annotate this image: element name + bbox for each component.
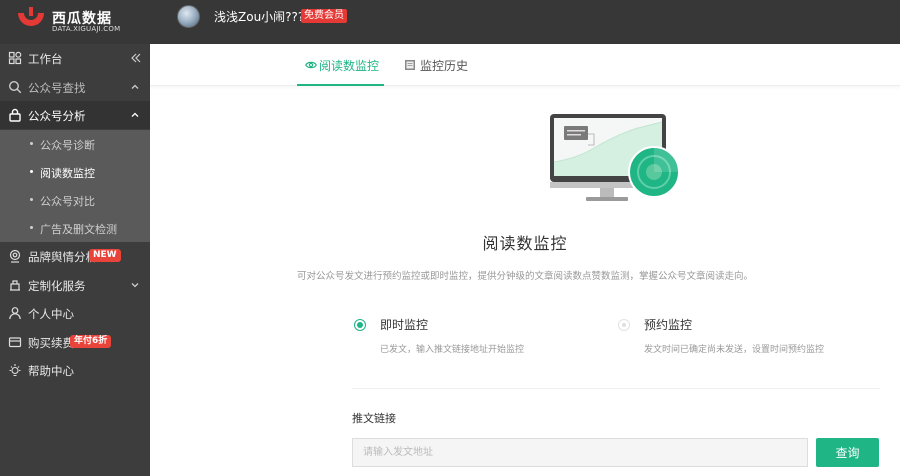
sidebar-item-custom-service[interactable]: 定制化服务	[0, 271, 150, 299]
sidebar-subitem-label: 广告及删文检测	[40, 223, 117, 236]
sidebar-item-account-analysis[interactable]: 公众号分析	[0, 101, 150, 129]
sidebar-item-help[interactable]: 帮助中心	[0, 356, 150, 384]
card-icon	[8, 337, 22, 348]
user-icon	[9, 307, 21, 320]
option-title: 即时监控	[380, 318, 429, 332]
user-name[interactable]: 浅浅Zou小闹????	[214, 8, 311, 25]
collapse-sidebar-icon[interactable]	[131, 53, 141, 63]
brand-domain: DATA.XIGUAJI.COM	[52, 25, 121, 33]
bullet-icon	[30, 198, 33, 201]
sidebar-subitem-read-monitor[interactable]: 阅读数监控	[0, 158, 150, 186]
sidebar-item-label: 个人中心	[28, 307, 74, 321]
monitor-illustration	[550, 114, 680, 201]
sidebar-item-workbench[interactable]: 工作台	[0, 44, 150, 72]
sidebar: 工作台 公众号查找 公众号分析 公众号诊断 阅读数监控 公众号对比 广告及删文检…	[0, 44, 150, 476]
option-title: 预约监控	[644, 318, 693, 332]
sidebar-item-label: 定制化服务	[28, 279, 86, 293]
submenu-account-analysis: 公众号诊断 阅读数监控 公众号对比 广告及删文检测	[0, 130, 150, 242]
avatar[interactable]	[177, 5, 200, 28]
sidebar-item-label: 公众号查找	[28, 81, 86, 95]
option-scheduled-monitor[interactable]: 预约监控 发文时间已确定尚未发送，设置时间预约监控	[618, 316, 878, 360]
query-button[interactable]: 查询	[816, 438, 879, 467]
sidebar-subitem-label: 公众号诊断	[40, 139, 95, 152]
watermelon-logo-icon	[18, 7, 44, 26]
top-bar: 西瓜数据 DATA.XIGUAJI.COM 浅浅Zou小闹???? 免费会员	[0, 0, 900, 44]
eye-icon	[305, 61, 317, 69]
sidebar-subitem-label: 阅读数监控	[40, 167, 95, 180]
sidebar-item-user-center[interactable]: 个人中心	[0, 299, 150, 327]
sidebar-subitem-ad-detection[interactable]: 广告及删文检测	[0, 214, 150, 242]
chevron-up-icon	[131, 112, 139, 117]
document-icon	[405, 60, 415, 70]
radio-scheduled-monitor[interactable]	[618, 319, 630, 331]
option-description: 已发文，输入推文链接地址开始监控	[380, 345, 525, 355]
search-icon	[8, 80, 22, 94]
page-description: 可对公众号发文进行预约监控或即时监控，提供分钟级的文章阅读数点赞数监测，掌握公众…	[296, 271, 753, 282]
sidebar-subitem-label: 公众号对比	[40, 195, 95, 208]
lock-icon	[9, 108, 21, 122]
radio-instant-monitor[interactable]	[354, 319, 366, 331]
sidebar-item-label: 公众号分析	[28, 109, 86, 123]
tab-label: 监控历史	[420, 59, 469, 73]
sidebar-item-purchase[interactable]: 购买续费 年付6折	[0, 328, 150, 356]
new-badge: NEW	[89, 249, 121, 262]
divider	[352, 388, 880, 389]
option-instant-monitor[interactable]: 即时监控 已发文，输入推文链接地址开始监控	[354, 316, 614, 360]
page-title: 阅读数监控	[482, 234, 568, 253]
sidebar-item-brand-sentiment[interactable]: 品牌舆情分析 NEW	[0, 242, 150, 270]
target-icon	[9, 249, 21, 263]
main-content: 阅读数监控 监控历史 阅读数监控 可对公众号发文进行预约监控或即时监控，提供分钟…	[150, 44, 900, 476]
bullet-icon	[30, 170, 33, 173]
article-link-label: 推文链接	[352, 412, 396, 425]
sidebar-subitem-diagnosis[interactable]: 公众号诊断	[0, 130, 150, 158]
membership-badge[interactable]: 免费会员	[301, 9, 347, 23]
service-icon	[10, 280, 20, 291]
chevron-up-icon	[131, 84, 139, 89]
sidebar-item-account-search[interactable]: 公众号查找	[0, 73, 150, 101]
tab-read-monitor[interactable]: 阅读数监控	[297, 44, 384, 86]
brand-logo[interactable]: 西瓜数据 DATA.XIGUAJI.COM	[16, 6, 146, 38]
tab-bar: 阅读数监控 监控历史	[150, 44, 900, 86]
tab-monitor-history[interactable]: 监控历史	[401, 44, 471, 86]
sidebar-item-label: 工作台	[28, 52, 63, 66]
sidebar-item-label: 品牌舆情分析	[28, 250, 97, 264]
tab-label: 阅读数监控	[319, 59, 380, 73]
chevron-down-icon	[131, 283, 139, 288]
sidebar-item-label: 帮助中心	[28, 364, 74, 378]
bulb-icon	[9, 364, 21, 377]
bullet-icon	[30, 142, 33, 145]
option-description: 发文时间已确定尚未发送，设置时间预约监控	[644, 345, 825, 355]
article-link-input[interactable]	[352, 438, 808, 467]
bullet-icon	[30, 226, 33, 229]
dashboard-icon	[8, 51, 22, 65]
sidebar-item-label: 购买续费	[28, 336, 74, 350]
promo-badge: 年付6折	[70, 335, 112, 348]
sidebar-subitem-compare[interactable]: 公众号对比	[0, 186, 150, 214]
